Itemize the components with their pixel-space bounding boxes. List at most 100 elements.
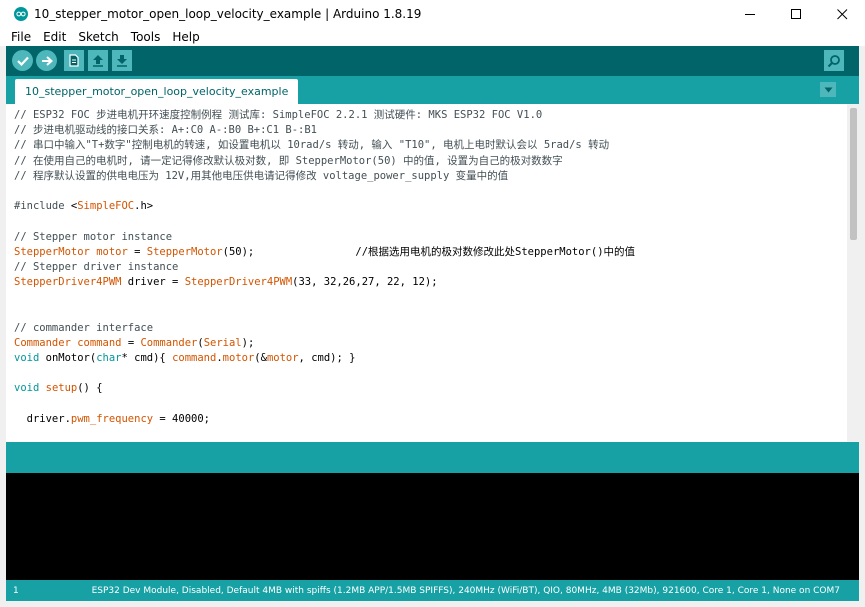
tab-sketch[interactable]: 10_stepper_motor_open_loop_velocity_exam…	[15, 79, 299, 104]
window-controls	[727, 0, 865, 28]
line-number: 1	[13, 585, 19, 596]
code-line[interactable]: driver.pwm_frequency = 40000;	[14, 412, 845, 427]
code-token: void	[14, 382, 40, 395]
toolbar	[6, 46, 859, 76]
code-token: );	[241, 336, 255, 349]
menu-help[interactable]: Help	[166, 30, 205, 44]
code-token: #include	[14, 200, 71, 213]
code-line[interactable]: // ESP32 FOC 步进电机开环速度控制例程 测试库: SimpleFOC…	[14, 108, 845, 123]
check-icon	[16, 56, 29, 66]
maximize-button[interactable]	[773, 0, 819, 28]
tab-bar: 10_stepper_motor_open_loop_velocity_exam…	[6, 76, 859, 104]
code-token: , cmd); }	[298, 352, 356, 364]
serial-monitor-button[interactable]	[824, 50, 844, 71]
code-area[interactable]: // ESP32 FOC 步进电机开环速度控制例程 测试库: SimpleFOC…	[14, 108, 845, 427]
code-token: // 步进电机驱动线的接口关系: A+:C0 A-:B0 B+:C1 B-:B1	[14, 124, 318, 137]
message-area	[6, 442, 859, 473]
menu-sketch[interactable]: Sketch	[72, 30, 124, 44]
code-token: onMotor(	[39, 352, 97, 364]
code-line[interactable]: Commander command = Commander(Serial);	[14, 336, 845, 351]
code-token: (50); //根据选用电机的极对数修改此处StepperMotor()中的值	[222, 245, 636, 258]
code-token: command	[172, 352, 217, 364]
code-line[interactable]: // 程序默认设置的供电电压为 12V,用其他电压供电请记得修改 voltage…	[14, 169, 845, 184]
code-token: =	[127, 245, 147, 258]
code-token: motor	[266, 352, 299, 364]
code-line[interactable]: StepperMotor motor = StepperMotor(50); /…	[14, 245, 845, 260]
open-button[interactable]	[88, 50, 108, 71]
status-bar: 1 ESP32 Dev Module, Disabled, Default 4M…	[6, 580, 859, 601]
minimize-button[interactable]	[727, 0, 773, 28]
close-button[interactable]	[819, 0, 865, 28]
console-output	[6, 473, 859, 580]
code-token: // 串口中输入"T+数字"控制电机的转速, 如设置电机以 10rad/s 转动…	[14, 139, 610, 152]
code-token: driver.	[14, 412, 71, 425]
code-token: StepperDriver4PWM	[14, 276, 122, 289]
code-line[interactable]	[14, 290, 845, 305]
tab-menu-button[interactable]	[820, 82, 836, 97]
code-line[interactable]: // Stepper driver instance	[14, 260, 845, 275]
code-token: SimpleFOC	[77, 200, 135, 213]
code-token: pwm_frequency	[70, 412, 154, 425]
code-token: // 在使用自己的电机时, 请一定记得修改默认极对数, 即 StepperMot…	[14, 154, 563, 167]
code-line[interactable]: // Stepper motor instance	[14, 230, 845, 245]
window-title: 10_stepper_motor_open_loop_velocity_exam…	[34, 7, 422, 21]
code-token: motor	[96, 245, 128, 258]
code-token: driver =	[121, 276, 185, 289]
scrollbar-thumb[interactable]	[850, 108, 857, 240]
new-button[interactable]	[64, 50, 84, 71]
code-line[interactable]: // 步进电机驱动线的接口关系: A+:C0 A-:B0 B+:C1 B-:B1	[14, 123, 845, 138]
minimize-icon	[744, 13, 755, 15]
save-button[interactable]	[112, 50, 132, 71]
code-line[interactable]: // 串口中输入"T+数字"控制电机的转速, 如设置电机以 10rad/s 转动…	[14, 138, 845, 153]
code-token: command	[77, 336, 122, 349]
save-arrow-down-icon	[117, 55, 127, 67]
arrow-right-icon	[41, 55, 53, 66]
code-token: void	[14, 352, 40, 364]
magnifier-icon	[827, 54, 840, 67]
open-arrow-up-icon	[93, 55, 103, 67]
board-info: ESP32 Dev Module, Disabled, Default 4MB …	[91, 585, 840, 596]
code-token: setup	[45, 382, 78, 395]
code-token: // Stepper driver instance	[14, 260, 179, 273]
code-line[interactable]	[14, 214, 845, 229]
code-line[interactable]: StepperDriver4PWM driver = StepperDriver…	[14, 275, 845, 290]
verify-button[interactable]	[12, 50, 33, 71]
menu-tools[interactable]: Tools	[125, 30, 167, 44]
code-token: = 40000;	[153, 412, 210, 425]
code-token: Commander	[140, 336, 198, 349]
menu-file[interactable]: File	[0, 30, 37, 44]
code-editor[interactable]: // ESP32 FOC 步进电机开环速度控制例程 测试库: SimpleFOC…	[6, 104, 859, 442]
close-icon	[836, 8, 847, 19]
code-token: .h>	[134, 200, 154, 213]
code-token: () {	[77, 382, 103, 395]
code-line[interactable]: #include <SimpleFOC.h>	[14, 199, 845, 214]
code-token: char	[96, 352, 122, 364]
code-token: Commander	[14, 336, 71, 349]
code-token: (&	[254, 352, 267, 364]
code-token: motor	[222, 352, 255, 364]
code-line[interactable]	[14, 305, 845, 320]
upload-button[interactable]	[36, 50, 57, 71]
code-line[interactable]: void setup() {	[14, 381, 845, 396]
maximize-icon	[790, 8, 801, 19]
code-token: StepperMotor	[146, 245, 223, 258]
code-token: // 程序默认设置的供电电压为 12V,用其他电压供电请记得修改 voltage…	[14, 169, 509, 182]
title-bar: 10_stepper_motor_open_loop_velocity_exam…	[0, 0, 865, 28]
code-token: =	[121, 336, 141, 349]
editor-scrollbar[interactable]	[847, 104, 859, 442]
code-line[interactable]: // 在使用自己的电机时, 请一定记得修改默认极对数, 即 StepperMot…	[14, 154, 845, 169]
code-line[interactable]: void onMotor(char* cmd){ command.motor(&…	[14, 351, 845, 366]
menu-edit[interactable]: Edit	[37, 30, 72, 44]
code-line[interactable]	[14, 397, 845, 412]
window-bottom-edge	[0, 601, 865, 607]
code-token: // ESP32 FOC 步进电机开环速度控制例程 测试库: SimpleFOC…	[14, 109, 543, 121]
code-token: Serial	[203, 336, 242, 349]
code-token: // Stepper motor instance	[14, 230, 173, 243]
code-line[interactable]: // commander interface	[14, 321, 845, 336]
code-token: * cmd){	[121, 352, 173, 364]
code-token: // commander interface	[14, 321, 154, 334]
code-token: (33, 32,26,27, 22, 12);	[292, 276, 438, 289]
new-file-icon	[69, 54, 79, 67]
code-line[interactable]	[14, 184, 845, 199]
code-line[interactable]	[14, 366, 845, 381]
